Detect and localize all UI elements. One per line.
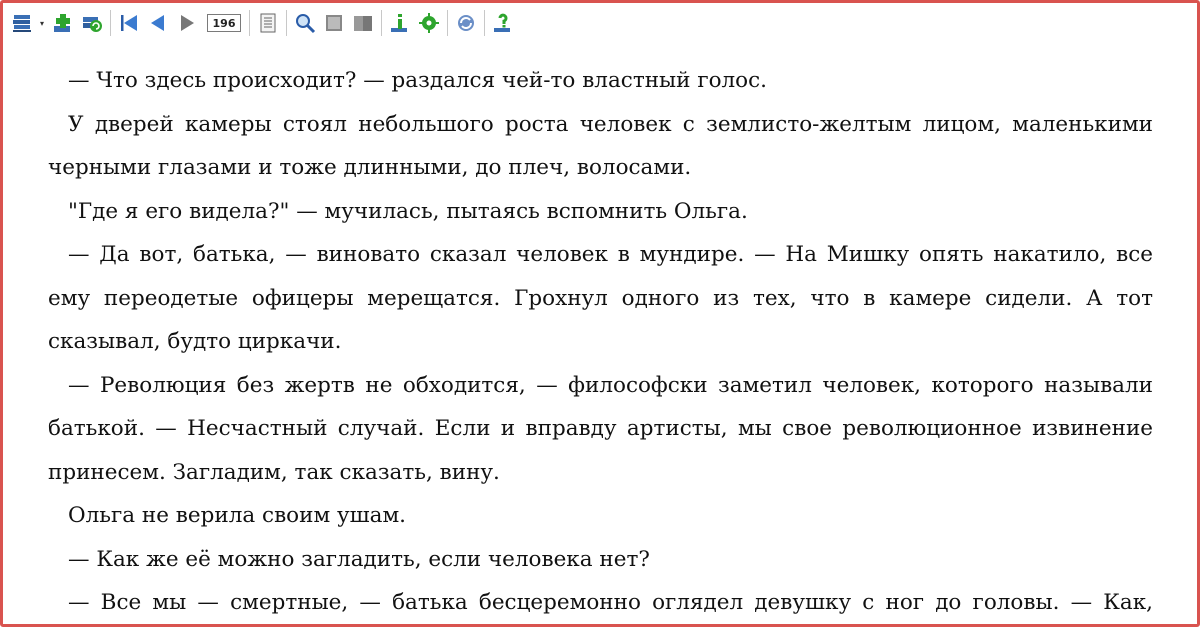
paragraph: — Как же её можно загладить, если челове…	[68, 546, 650, 572]
info-icon[interactable]	[387, 10, 413, 36]
paragraph: — Все мы — смертные, — батька бесцеремон…	[68, 590, 1153, 615]
toolbar-separator	[249, 10, 250, 36]
toolbar-separator	[381, 10, 382, 36]
reader-window: ▾ 196 — Что здесь происходит? — раздался…	[0, 0, 1200, 627]
two-page-icon[interactable]	[350, 10, 376, 36]
book-view-icon[interactable]	[321, 10, 347, 36]
page-number-field[interactable]: 196	[207, 14, 241, 32]
next-page-icon[interactable]	[174, 10, 200, 36]
sync-icon[interactable]	[453, 10, 479, 36]
toolbar-separator	[447, 10, 448, 36]
first-page-icon[interactable]	[116, 10, 142, 36]
add-book-icon[interactable]	[50, 10, 76, 36]
paragraph: У дверей камеры стоял небольшого роста ч…	[48, 111, 1153, 181]
page-view-icon[interactable]	[255, 10, 281, 36]
search-icon[interactable]	[292, 10, 318, 36]
paragraph: — Революция без жертв не обходится, — фи…	[48, 372, 1153, 485]
paragraph: "Где я его видела?" — мучилась, пытаясь …	[68, 198, 748, 224]
library-icon[interactable]	[9, 10, 35, 36]
toolbar-separator	[110, 10, 111, 36]
settings-icon[interactable]	[416, 10, 442, 36]
refresh-book-icon[interactable]	[79, 10, 105, 36]
book-text: — Что здесь происходит? — раздался чей-т…	[48, 59, 1153, 624]
paragraph: — Что здесь происходит? — раздался чей-т…	[68, 68, 768, 93]
library-dropdown-icon[interactable]: ▾	[38, 10, 46, 36]
toolbar-separator	[286, 10, 287, 36]
paragraph: — Да вот, батька, — виновато сказал чело…	[48, 242, 1153, 354]
toolbar-separator	[484, 10, 485, 36]
help-icon[interactable]	[490, 10, 516, 36]
prev-page-icon[interactable]	[145, 10, 171, 36]
paragraph: Ольга не верила своим ушам.	[68, 503, 407, 528]
toolbar: ▾ 196	[3, 3, 1197, 43]
